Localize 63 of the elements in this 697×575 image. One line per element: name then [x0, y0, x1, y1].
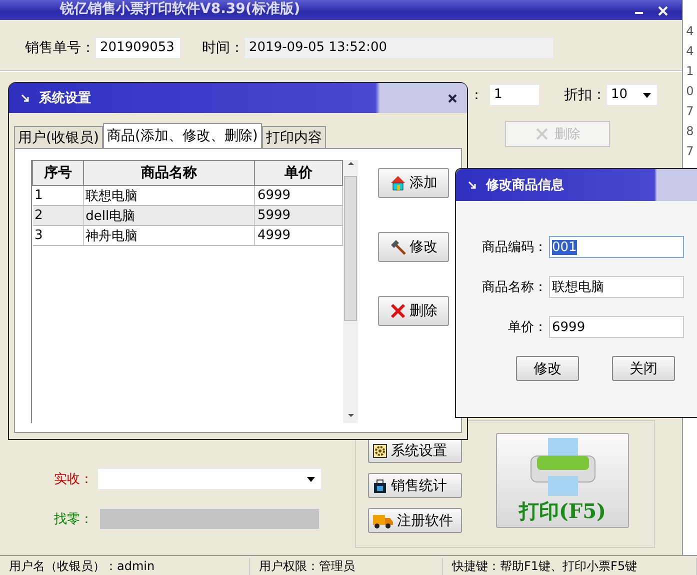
table-cell: 5999	[254, 206, 342, 226]
window-title: 锐亿销售小票打印软件V8.39(标准版)	[60, 2, 302, 16]
time-field[interactable]: 2019-09-05 13:52:00	[244, 36, 554, 58]
discount-label: 折扣：	[564, 86, 606, 104]
table-cell: 2	[32, 206, 84, 226]
time-label: 时间：	[202, 38, 244, 56]
status-text: 用户权限：管理员	[250, 558, 443, 574]
table-cell: 3	[32, 226, 84, 246]
change-label: 找零：	[53, 511, 94, 528]
table-cell: 4999	[254, 226, 342, 246]
dialog-title: 系统设置	[39, 90, 91, 107]
dialog-button[interactable]: 修改	[516, 356, 579, 381]
change-field[interactable]	[99, 508, 320, 530]
settings-button[interactable]: 系统设置	[368, 438, 462, 463]
stats-button[interactable]: 销售统计	[368, 473, 462, 498]
truck-icon	[373, 512, 393, 528]
row-number: 7	[686, 144, 694, 158]
input-field[interactable]: 001	[549, 236, 684, 258]
delete-button[interactable]: 删除	[378, 296, 449, 326]
tab[interactable]: 打印内容	[262, 126, 326, 148]
order-number-label: 销售单号：	[25, 38, 95, 56]
house-icon	[390, 175, 406, 191]
quantity-label: ：	[470, 86, 483, 104]
status-text: 快捷键：帮助F1键、打印小票F5键	[443, 558, 697, 574]
scroll-down-icon[interactable]	[346, 413, 354, 419]
received-label: 实收：	[53, 471, 94, 488]
edit-button[interactable]: 修改	[378, 232, 449, 262]
input-field[interactable]: 联想电脑	[549, 276, 684, 298]
cross-icon	[534, 127, 548, 141]
field-label: 单价：	[508, 319, 547, 336]
column-header: 商品名称	[83, 160, 255, 186]
tab[interactable]: 用户(收银员)	[14, 126, 103, 148]
dialog-title: 修改商品信息	[486, 176, 564, 194]
field-label: 商品名称：	[482, 279, 547, 296]
close-icon[interactable]	[448, 94, 457, 102]
field-label: 商品编码：	[482, 239, 547, 256]
row-number: 8	[686, 124, 694, 138]
scrollbar[interactable]	[343, 160, 358, 423]
tab[interactable]: 商品(添加、修改、删除)	[102, 123, 262, 148]
row-number: 0	[686, 84, 694, 98]
status-text: 用户名（收银员）：admin	[0, 558, 250, 574]
gear-icon	[373, 444, 387, 458]
quantity-field[interactable]: 1	[489, 84, 540, 106]
table-cell: 神舟电脑	[83, 226, 255, 246]
hammer-icon	[390, 239, 406, 255]
arrow-icon	[21, 94, 29, 102]
row-number: 4	[686, 44, 694, 58]
scroll-up-icon[interactable]	[346, 160, 354, 166]
arrow-icon	[468, 181, 476, 189]
input-field[interactable]: 6999	[549, 316, 684, 338]
dialog-button[interactable]: 关闭	[612, 356, 675, 381]
row-number: 4	[686, 24, 694, 38]
discount-dropdown[interactable]: 10	[606, 84, 658, 106]
row-number: 7	[686, 104, 694, 118]
register-button[interactable]: 注册软件	[368, 508, 462, 533]
row-number: 1	[686, 64, 694, 78]
column-header: 序号	[32, 160, 84, 186]
add-button[interactable]: 添加	[378, 168, 449, 198]
table-cell: dell电脑	[83, 206, 255, 226]
cross-icon	[390, 303, 406, 319]
column-header: 单价	[254, 160, 342, 186]
order-number-field[interactable]: 201909053	[95, 36, 181, 58]
bag-icon	[373, 478, 387, 494]
